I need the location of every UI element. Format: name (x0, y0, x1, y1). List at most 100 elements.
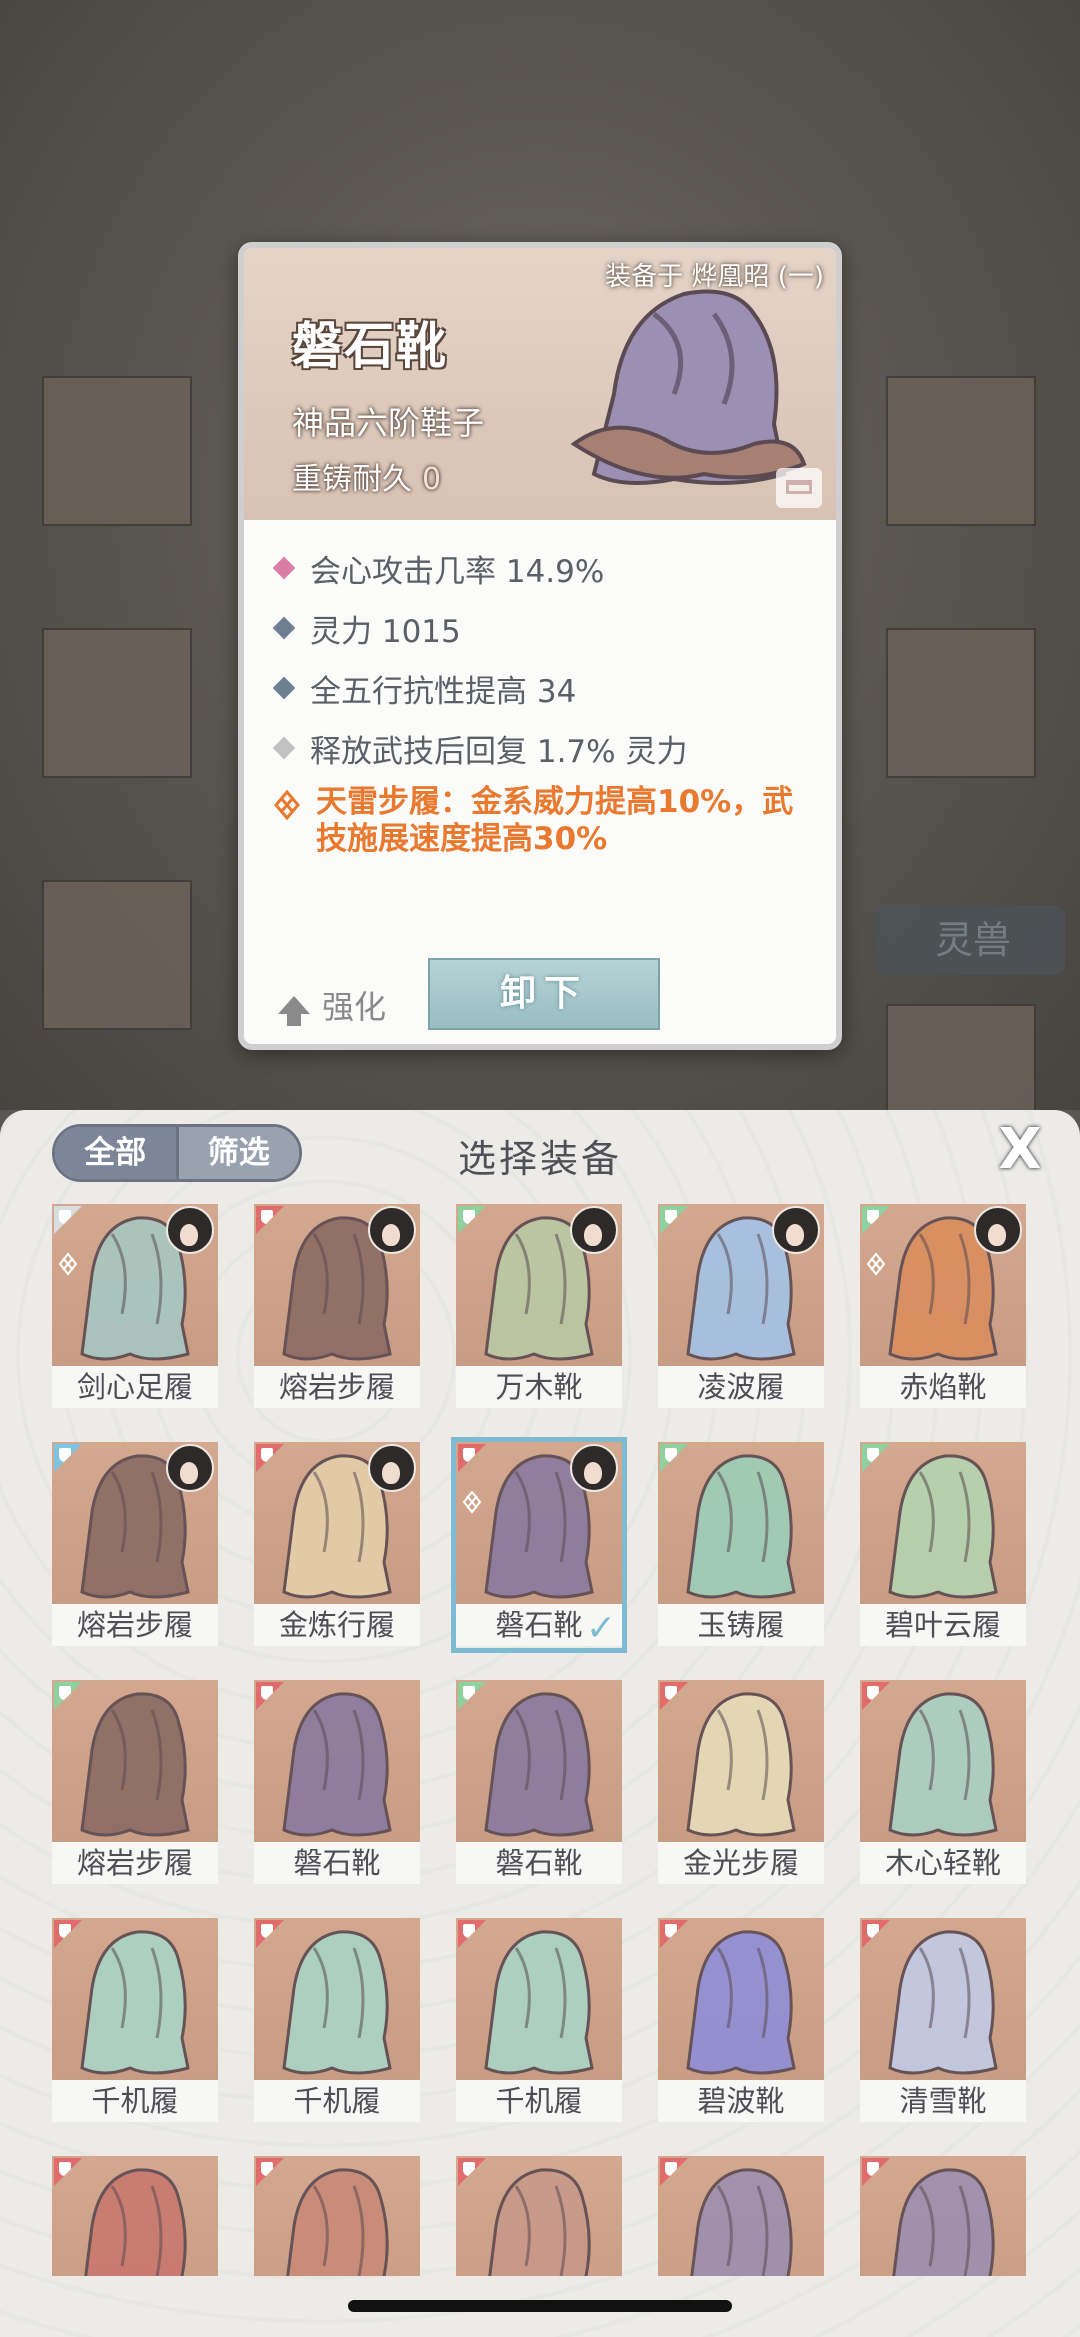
equipment-card[interactable]: 万木靴 (456, 1204, 622, 1410)
equipment-thumbnail (456, 1680, 622, 1842)
equipment-card[interactable]: 木心轻靴 (860, 1680, 1026, 1886)
strengthen-button[interactable]: 强化 (278, 982, 386, 1028)
item-name: 磐石靴 (292, 317, 448, 375)
reforge-value: 0 (422, 462, 442, 497)
attribute-text: 会心攻击几率 14.9% (310, 553, 605, 590)
equipment-card[interactable]: 金炼行履 (254, 1442, 420, 1648)
reforge-durability: 重铸耐久 0 (292, 454, 441, 498)
equipment-thumbnail (456, 2156, 622, 2276)
equipment-name: 剑心足履 (52, 1366, 218, 1408)
skill-row: 天雷步履：金系威力提高10%，武 技施展速度提高30% (270, 784, 816, 858)
equipment-thumbnail (860, 2156, 1026, 2276)
equipment-card[interactable]: 千机履 (456, 1918, 622, 2124)
equipment-name: 千机履 (254, 2080, 420, 2122)
equipment-thumbnail (658, 1442, 824, 1604)
equipment-name: 千机履 (52, 2080, 218, 2122)
equipment-card[interactable]: 金光步履 (658, 1680, 824, 1886)
boot-icon (286, 2168, 389, 2276)
attribute-list: 会心攻击几率 14.9% 灵力 1015 全五行抗性提高 34 释放武技后回复 … (270, 538, 816, 858)
equipment-thumbnail (658, 1680, 824, 1842)
equipped-by-avatar (974, 1206, 1022, 1254)
equipment-card[interactable] (658, 2156, 824, 2276)
boot-icon (282, 1930, 392, 2075)
detail-header: 装备于 烨凰昭 (一) 磐石靴 神品六阶鞋子 重铸耐久 0 (244, 248, 836, 520)
equipment-name: 凌波履 (658, 1366, 824, 1408)
boot-icon (888, 1930, 998, 2075)
equipment-card[interactable]: 千机履 (254, 1918, 420, 2124)
attribute-row: 灵力 1015 (270, 598, 816, 658)
chest-icon[interactable] (776, 468, 822, 508)
attribute-text: 灵力 1015 (310, 613, 461, 650)
equipped-by-avatar (166, 1444, 214, 1492)
attribute-text: 全五行抗性提高 34 (310, 673, 577, 710)
equipment-card[interactable]: 熔岩步履 (52, 1442, 218, 1648)
equipment-card[interactable] (860, 2156, 1026, 2276)
equipment-card[interactable]: 磐石靴 (254, 1680, 420, 1886)
boot-icon (686, 1692, 796, 1837)
equipped-by-avatar (368, 1206, 416, 1254)
equipment-thumbnail (456, 1918, 622, 2080)
close-button[interactable]: X (992, 1122, 1048, 1178)
diamond-icon (272, 676, 296, 700)
equipment-card[interactable] (52, 2156, 218, 2276)
boot-icon (80, 1692, 190, 1837)
equipment-card[interactable]: 赤焰靴 (860, 1204, 1026, 1410)
boot-icon (84, 2168, 187, 2276)
attribute-text: 释放武技后回复 1.7% 灵力 (310, 733, 688, 770)
equipment-name: 碧波靴 (658, 2080, 824, 2122)
equipment-card[interactable] (254, 2156, 420, 2276)
equipment-card[interactable]: 熔岩步履 (52, 1680, 218, 1886)
reforge-label: 重铸耐久 (292, 462, 412, 497)
skill-emblem-icon (58, 1252, 78, 1276)
unequip-button[interactable]: 卸下 (428, 958, 660, 1030)
home-indicator[interactable] (348, 2300, 732, 2312)
equipment-card[interactable]: 凌波履 (658, 1204, 824, 1410)
select-equipment-panel: 全部 筛选 选择装备 X 剑心足履 熔岩步履 万木靴 凌波履 赤焰靴 熔岩步履 金炼行履 磐石… (0, 1110, 1080, 2337)
equipment-card[interactable]: 碧叶云履 (860, 1442, 1026, 1648)
equipment-card[interactable]: 清雪靴 (860, 1918, 1026, 2124)
attribute-row: 释放武技后回复 1.7% 灵力 (270, 718, 816, 778)
diamond-icon (272, 736, 296, 760)
boot-icon (888, 1454, 998, 1599)
boot-icon (80, 1930, 190, 2075)
equipment-card[interactable]: 剑心足履 (52, 1204, 218, 1410)
arrow-up-icon (278, 996, 310, 1026)
spirit-beast-tab: 灵兽 (875, 905, 1065, 975)
equipment-name: 木心轻靴 (860, 1842, 1026, 1884)
equipment-card[interactable]: 磐石靴 ✓ (451, 1437, 627, 1653)
equipment-card[interactable] (456, 2156, 622, 2276)
equipment-name: 清雪靴 (860, 2080, 1026, 2122)
equipment-card[interactable]: 碧波靴 (658, 1918, 824, 2124)
skill-line: 天雷步履：金系威力提高10%，武 (316, 784, 794, 820)
boot-icon (686, 1454, 796, 1599)
skill-emblem-icon (274, 790, 300, 820)
equipment-card[interactable]: 熔岩步履 (254, 1204, 420, 1410)
equipment-card[interactable]: 磐石靴 (456, 1680, 622, 1886)
bg-equip-slot (42, 880, 192, 1030)
strengthen-label: 强化 (322, 988, 387, 1026)
boot-icon (484, 1692, 594, 1837)
equipment-name: 千机履 (456, 2080, 622, 2122)
equipment-name: 碧叶云履 (860, 1604, 1026, 1646)
bg-equip-slot (886, 376, 1036, 526)
boot-icon (282, 1692, 392, 1837)
bg-equip-slot (42, 628, 192, 778)
equipment-thumbnail (860, 1918, 1026, 2080)
equipment-card[interactable]: 玉铸履 (658, 1442, 824, 1648)
equipment-thumbnail (52, 2156, 218, 2276)
equipment-name: 金炼行履 (254, 1604, 420, 1646)
equipment-name: 玉铸履 (658, 1604, 824, 1646)
equipment-card[interactable]: 千机履 (52, 1918, 218, 2124)
equipment-thumbnail (658, 2156, 824, 2276)
equipment-name: 熔岩步履 (52, 1604, 218, 1646)
skill-description: 天雷步履：金系威力提高10%，武 技施展速度提高30% (316, 784, 793, 858)
boot-illustration (570, 289, 807, 485)
item-grade: 神品六阶鞋子 (292, 404, 485, 442)
boot-icon (686, 1930, 796, 2075)
equipment-thumbnail (52, 1918, 218, 2080)
attribute-row: 全五行抗性提高 34 (270, 658, 816, 718)
equipment-name: 熔岩步履 (254, 1366, 420, 1408)
skill-emblem-icon (866, 1252, 886, 1276)
equipment-name: 赤焰靴 (860, 1366, 1026, 1408)
boot-icon (892, 2168, 995, 2276)
